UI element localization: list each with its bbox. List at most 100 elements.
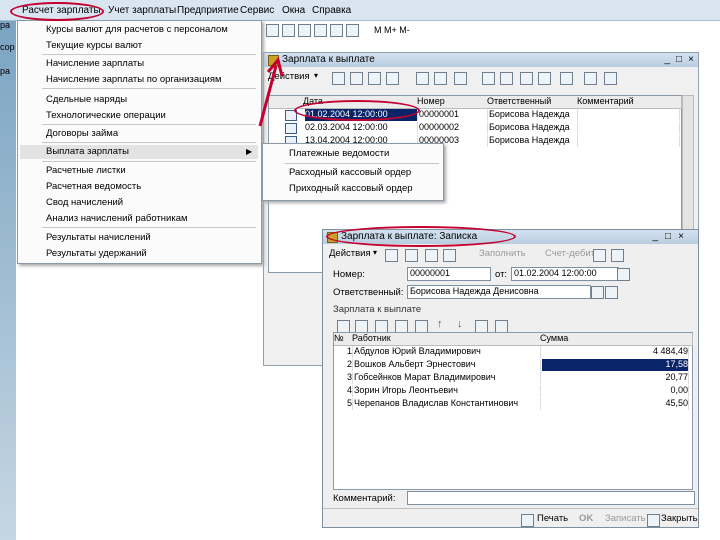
print-icon[interactable] bbox=[538, 72, 551, 85]
help-icon[interactable] bbox=[584, 72, 597, 85]
menu-item[interactable]: Договоры займа bbox=[46, 128, 118, 139]
menu-item[interactable]: Технологические операции bbox=[46, 110, 166, 121]
search-icon[interactable] bbox=[605, 286, 618, 299]
menu-item[interactable]: Сдельные наряды bbox=[46, 94, 127, 105]
minimize-icon[interactable]: _ bbox=[664, 54, 670, 65]
toolbar-icon[interactable] bbox=[298, 24, 311, 37]
row-index: 5 bbox=[336, 398, 353, 410]
table-row[interactable]: 5 Черепанов Владислав Константинович 45,… bbox=[334, 398, 692, 410]
submenu-item[interactable]: Приходный кассовый ордер bbox=[289, 183, 413, 194]
submenu-item[interactable]: Расходный кассовый ордер bbox=[289, 167, 411, 178]
delete-icon[interactable] bbox=[386, 72, 399, 85]
copy-icon[interactable] bbox=[350, 72, 363, 85]
close-icon[interactable]: × bbox=[688, 54, 694, 65]
row-employee: Гобсейнков Марат Владимирович bbox=[354, 372, 541, 384]
add-icon[interactable] bbox=[332, 72, 345, 85]
edit-icon[interactable] bbox=[425, 249, 438, 262]
table-row[interactable]: 1 Абдулов Юрий Владимирович 4 484,49 bbox=[334, 346, 692, 358]
menu-item[interactable]: Расчетная ведомость bbox=[46, 181, 141, 192]
menu-item[interactable]: Результаты удержаний bbox=[46, 248, 147, 259]
menu-item[interactable]: Начисление зарплаты bbox=[46, 58, 144, 69]
row-responsible: Борисова Надежда bbox=[489, 122, 578, 134]
toolbar-icon[interactable] bbox=[314, 24, 327, 37]
menu-item[interactable]: Начисление зарплаты по организациям bbox=[46, 74, 222, 85]
maximize-icon[interactable]: □ bbox=[665, 231, 671, 242]
table-row[interactable]: 2 Вошков Альберт Эрнестович 17,58 bbox=[334, 359, 692, 371]
row-sum: 0,00 bbox=[542, 385, 689, 397]
refresh-icon[interactable] bbox=[520, 72, 533, 85]
edit-icon[interactable] bbox=[368, 72, 381, 85]
save-button[interactable]: Записать bbox=[605, 513, 646, 524]
number-field[interactable]: 00000001 bbox=[407, 267, 491, 281]
print-button[interactable]: Печать bbox=[537, 513, 568, 524]
post-icon[interactable] bbox=[443, 249, 456, 262]
column-header[interactable]: № bbox=[334, 333, 353, 346]
employees-table[interactable]: № Работник Сумма 1 Абдулов Юрий Владимир… bbox=[333, 332, 693, 490]
filter-icon[interactable] bbox=[416, 72, 429, 85]
settings-icon[interactable] bbox=[560, 72, 573, 85]
maximize-icon[interactable]: □ bbox=[676, 54, 682, 65]
menu-service[interactable]: Сервис bbox=[240, 5, 274, 16]
salary-payout-submenu: Платежные ведомости Расходный кассовый о… bbox=[262, 143, 444, 201]
copy-icon[interactable] bbox=[405, 249, 418, 262]
ok-button[interactable]: OK bbox=[579, 513, 593, 524]
fill-button[interactable]: Заполнить bbox=[479, 248, 526, 259]
move-down-icon[interactable]: ↓ bbox=[457, 318, 463, 330]
row-index: 1 bbox=[336, 346, 353, 358]
menu-item-salary-payout[interactable]: Выплата зарплаты bbox=[46, 146, 129, 157]
menu-accounting[interactable]: Учет зарплаты bbox=[108, 5, 176, 16]
table-row[interactable]: 4 Зорин Игорь Леонтьевич 0,00 bbox=[334, 385, 692, 397]
submenu-arrow-icon: ▶ bbox=[246, 147, 253, 156]
toolbar-icon[interactable] bbox=[346, 24, 359, 37]
close-icon[interactable]: × bbox=[678, 231, 684, 242]
chevron-down-icon[interactable]: ▾ bbox=[373, 248, 377, 257]
calendar-icon[interactable] bbox=[617, 268, 630, 281]
toolbar-icon[interactable] bbox=[282, 24, 295, 37]
memory-buttons[interactable]: M M+ M- bbox=[374, 25, 410, 35]
column-header[interactable]: Комментарий bbox=[577, 96, 682, 109]
save-icon[interactable] bbox=[385, 249, 398, 262]
menu-item[interactable]: Свод начислений bbox=[46, 197, 123, 208]
menu-item[interactable]: Курсы валют для расчетов с персоналом bbox=[46, 24, 228, 35]
row-sum: 45,50 bbox=[542, 398, 689, 410]
menu-item[interactable]: Расчетные листки bbox=[46, 165, 126, 176]
menu-item[interactable]: Текущие курсы валют bbox=[46, 40, 142, 51]
chevron-down-icon[interactable]: ▾ bbox=[314, 71, 318, 80]
select-icon[interactable] bbox=[591, 286, 604, 299]
row-responsible: Борисова Надежда bbox=[489, 135, 578, 147]
table-icon[interactable] bbox=[604, 72, 617, 85]
column-header[interactable]: Сумма bbox=[540, 333, 693, 346]
responsible-field[interactable]: Борисова Надежда Денисовна bbox=[407, 285, 591, 299]
date-field[interactable]: 01.02.2004 12:00:00 bbox=[511, 267, 619, 281]
comment-field[interactable] bbox=[407, 491, 695, 505]
actions-menu[interactable]: Действия bbox=[329, 248, 371, 259]
structure-icon[interactable] bbox=[593, 249, 606, 262]
minimize-icon[interactable]: _ bbox=[652, 231, 658, 242]
move-up-icon[interactable]: ↑ bbox=[437, 318, 443, 330]
toolbar-icon[interactable] bbox=[330, 24, 343, 37]
find-icon[interactable] bbox=[454, 72, 467, 85]
help-icon[interactable] bbox=[611, 249, 624, 262]
calc-button[interactable]: Счет-дебит bbox=[545, 248, 595, 259]
toolbar-icon[interactable] bbox=[266, 24, 279, 37]
submenu-item[interactable]: Платежные ведомости bbox=[289, 148, 389, 159]
structure-icon[interactable] bbox=[500, 72, 513, 85]
menu-windows[interactable]: Окна bbox=[282, 5, 305, 16]
column-header[interactable]: Номер bbox=[417, 96, 488, 109]
number-label: Номер: bbox=[333, 269, 365, 280]
menu-item[interactable]: Анализ начислений работникам bbox=[46, 213, 188, 224]
menu-item[interactable]: Результаты начислений bbox=[46, 232, 151, 243]
menu-enterprise[interactable]: Предприятие bbox=[177, 5, 239, 16]
top-toolbar: M M+ M- bbox=[262, 22, 462, 38]
menu-separator bbox=[42, 88, 256, 89]
menu-separator bbox=[285, 163, 439, 164]
table-row[interactable]: 02.03.2004 12:00:00 00000002 Борисова На… bbox=[269, 122, 681, 134]
highlight-oval bbox=[10, 2, 104, 21]
column-header[interactable]: Ответственный bbox=[487, 96, 578, 109]
sort-icon[interactable] bbox=[434, 72, 447, 85]
column-header[interactable]: Работник bbox=[352, 333, 541, 346]
tree-icon[interactable] bbox=[482, 72, 495, 85]
table-row[interactable]: 3 Гобсейнков Марат Владимирович 20,77 bbox=[334, 372, 692, 384]
menu-help[interactable]: Справка bbox=[312, 5, 351, 16]
close-button[interactable]: Закрыть bbox=[661, 513, 698, 524]
